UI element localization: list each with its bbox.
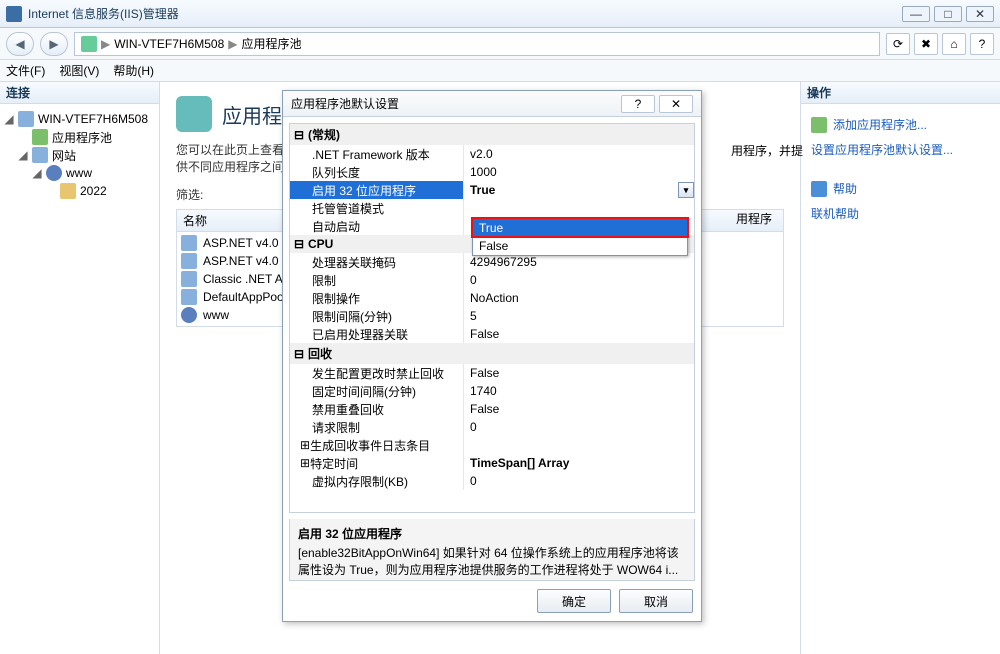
breadcrumb-bar: ◀ ▶ ▶ WIN-VTEF7H6M508 ▶ 应用程序池 ⟳ ✖ ⌂ ? bbox=[0, 28, 1000, 60]
tree-site-www[interactable]: ◢www bbox=[4, 164, 155, 182]
dropdown-toggle-icon[interactable]: ▾ bbox=[678, 182, 694, 198]
col-name: 名称 bbox=[183, 212, 207, 229]
prop-virtual-memory[interactable]: 虚拟内存限制(KB)0 bbox=[290, 472, 694, 490]
tree-folder-2022[interactable]: 2022 bbox=[4, 182, 155, 200]
defaults-dialog: 应用程序池默认设置 ? ✕ ⊟(常规) .NET Framework 版本v2.… bbox=[282, 90, 702, 622]
tree-sites[interactable]: ◢网站 bbox=[4, 146, 155, 164]
dialog-titlebar: 应用程序池默认设置 ? ✕ bbox=[283, 91, 701, 117]
prop-overlap-recycle[interactable]: 禁用重叠回收False bbox=[290, 400, 694, 418]
chevron-right-icon: ▶ bbox=[228, 37, 237, 51]
prop-limit-interval[interactable]: 限制间隔(分钟)5 bbox=[290, 307, 694, 325]
prop-net-framework[interactable]: .NET Framework 版本v2.0 bbox=[290, 145, 694, 163]
pool-icon bbox=[181, 253, 197, 269]
breadcrumb-current[interactable]: 应用程序池 bbox=[242, 35, 302, 52]
category-recycling[interactable]: ⊟回收 bbox=[290, 343, 694, 364]
prop-affinity-enabled[interactable]: 已启用处理器关联False bbox=[290, 325, 694, 343]
dialog-title: 应用程序池默认设置 bbox=[291, 95, 399, 112]
prop-config-change[interactable]: 发生配置更改时禁止回收False bbox=[290, 364, 694, 382]
dropdown-option-true[interactable]: True bbox=[473, 219, 687, 237]
pool-icon bbox=[181, 271, 197, 287]
add-icon bbox=[811, 117, 827, 133]
prop-enable-32bit[interactable]: 启用 32 位应用程序 True▾ bbox=[290, 181, 694, 199]
category-general[interactable]: ⊟(常规) bbox=[290, 124, 694, 145]
property-description: 启用 32 位应用程序 [enable32BitAppOnWin64] 如果针对… bbox=[289, 519, 695, 581]
app-icon bbox=[6, 6, 22, 22]
enable32-dropdown[interactable]: True False bbox=[472, 218, 688, 256]
truncated-col-header: 用程序 bbox=[736, 210, 772, 227]
tree-server-node[interactable]: ◢WIN-VTEF7H6M508 bbox=[4, 110, 155, 128]
desc-body: [enable32BitAppOnWin64] 如果针对 64 位操作系统上的应… bbox=[298, 546, 679, 577]
maximize-button[interactable]: □ bbox=[934, 6, 962, 22]
desc-title: 启用 32 位应用程序 bbox=[298, 525, 686, 542]
prop-fixed-interval[interactable]: 固定时间间隔(分钟)1740 bbox=[290, 382, 694, 400]
pool-icon bbox=[181, 289, 197, 305]
app-pools-icon bbox=[176, 96, 212, 132]
help-icon bbox=[811, 181, 827, 197]
chevron-right-icon: ▶ bbox=[101, 37, 110, 51]
window-title: Internet 信息服务(IIS)管理器 bbox=[28, 5, 179, 22]
globe-icon bbox=[181, 307, 197, 323]
actions-header: 操作 bbox=[801, 82, 1000, 104]
pool-icon bbox=[181, 235, 197, 251]
connections-header: 连接 bbox=[0, 82, 159, 104]
menu-bar: 文件(F) 视图(V) 帮助(H) bbox=[0, 60, 1000, 82]
cancel-button[interactable]: 取消 bbox=[619, 589, 693, 613]
prop-queue-length[interactable]: 队列长度1000 bbox=[290, 163, 694, 181]
menu-file[interactable]: 文件(F) bbox=[6, 62, 45, 79]
nav-back-button[interactable]: ◀ bbox=[6, 32, 34, 56]
close-button[interactable]: ✕ bbox=[966, 6, 994, 22]
breadcrumb-server[interactable]: WIN-VTEF7H6M508 bbox=[114, 37, 224, 51]
prop-gen-log-events[interactable]: ⊞ 生成回收事件日志条目 bbox=[290, 436, 694, 454]
property-grid: ⊟(常规) .NET Framework 版本v2.0 队列长度1000 启用 … bbox=[289, 123, 695, 513]
ok-button[interactable]: 确定 bbox=[537, 589, 611, 613]
truncated-text: 用程序，并提 bbox=[731, 142, 803, 159]
prop-request-limit[interactable]: 请求限制0 bbox=[290, 418, 694, 436]
connections-pane: 连接 ◢WIN-VTEF7H6M508 应用程序池 ◢网站 ◢www 2022 bbox=[0, 82, 160, 654]
prop-limit[interactable]: 限制0 bbox=[290, 271, 694, 289]
breadcrumb[interactable]: ▶ WIN-VTEF7H6M508 ▶ 应用程序池 bbox=[74, 32, 880, 56]
filter-label: 筛选: bbox=[176, 186, 203, 203]
action-online-help[interactable]: 联机帮助 bbox=[811, 205, 990, 222]
server-icon bbox=[81, 36, 97, 52]
action-help[interactable]: 帮助 bbox=[833, 180, 857, 197]
actions-pane: 操作 添加应用程序池... 设置应用程序池默认设置... 帮助 联机帮助 bbox=[800, 82, 1000, 654]
home-icon[interactable]: ⌂ bbox=[942, 33, 966, 55]
prop-limit-action[interactable]: 限制操作NoAction bbox=[290, 289, 694, 307]
help-icon[interactable]: ? bbox=[970, 33, 994, 55]
dialog-close-button[interactable]: ✕ bbox=[659, 95, 693, 113]
action-set-defaults[interactable]: 设置应用程序池默认设置... bbox=[811, 141, 990, 158]
minimize-button[interactable]: — bbox=[902, 6, 930, 22]
action-add-pool[interactable]: 添加应用程序池... bbox=[833, 116, 927, 133]
window-titlebar: Internet 信息服务(IIS)管理器 — □ ✕ bbox=[0, 0, 1000, 28]
prop-pipeline-mode[interactable]: 托管管道模式 bbox=[290, 199, 694, 217]
tree-app-pools[interactable]: 应用程序池 bbox=[4, 128, 155, 146]
prop-specific-times[interactable]: ⊞ 特定时间TimeSpan[] Array bbox=[290, 454, 694, 472]
dropdown-option-false[interactable]: False bbox=[473, 237, 687, 255]
menu-help[interactable]: 帮助(H) bbox=[113, 62, 154, 79]
dialog-help-button[interactable]: ? bbox=[621, 95, 655, 113]
stop-icon[interactable]: ✖ bbox=[914, 33, 938, 55]
nav-forward-button[interactable]: ▶ bbox=[40, 32, 68, 56]
connections-tree: ◢WIN-VTEF7H6M508 应用程序池 ◢网站 ◢www 2022 bbox=[0, 104, 159, 206]
refresh-icon[interactable]: ⟳ bbox=[886, 33, 910, 55]
menu-view[interactable]: 视图(V) bbox=[59, 62, 99, 79]
